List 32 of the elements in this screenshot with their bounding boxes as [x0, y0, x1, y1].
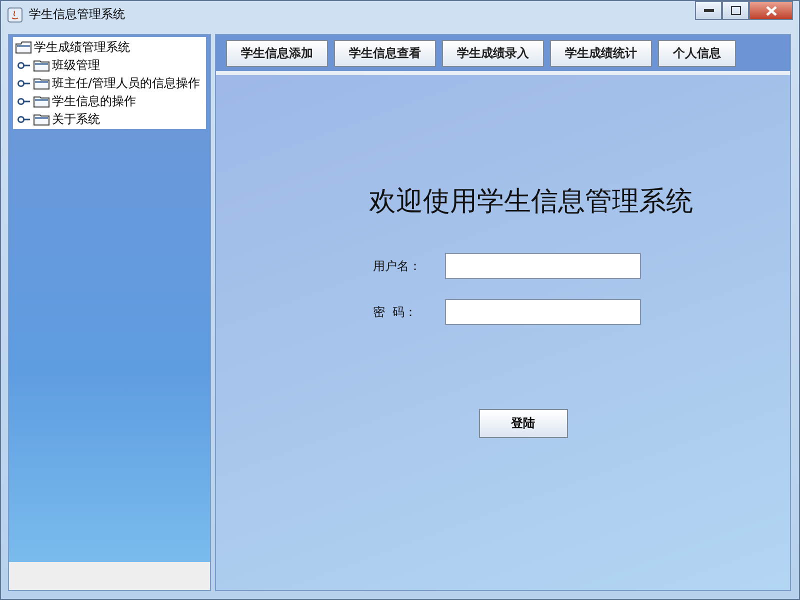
- close-button[interactable]: [749, 1, 793, 20]
- toolbar-button[interactable]: 个人信息: [658, 40, 736, 66]
- username-label: 用户名：: [373, 258, 422, 274]
- tree-item[interactable]: 学生成绩管理系统: [34, 38, 130, 56]
- login-button[interactable]: 登陆: [478, 409, 568, 438]
- maximize-button[interactable]: [722, 1, 749, 20]
- collapsed-handle-icon[interactable]: [17, 114, 31, 124]
- folder-icon: [33, 76, 50, 90]
- username-field[interactable]: [445, 253, 641, 279]
- folder-icon: [33, 112, 50, 126]
- toolbar-button[interactable]: 学生信息添加: [226, 40, 328, 66]
- collapsed-handle-icon[interactable]: [17, 96, 31, 106]
- folder-icon: [33, 94, 50, 108]
- folder-icon: [33, 58, 50, 72]
- collapsed-handle-icon[interactable]: [17, 60, 31, 70]
- tree-item[interactable]: 班级管理: [52, 56, 100, 74]
- password-field[interactable]: [445, 299, 641, 325]
- close-icon: [766, 6, 776, 16]
- password-label: 密 码：: [373, 304, 418, 320]
- window-title: 学生信息管理系统: [29, 6, 126, 23]
- toolbar-button[interactable]: 学生成绩录入: [442, 40, 544, 66]
- minimize-icon: [704, 8, 714, 12]
- toolbar-button[interactable]: 学生成绩统计: [550, 40, 652, 66]
- minimize-button[interactable]: [695, 1, 722, 20]
- maximize-icon: [730, 6, 740, 15]
- tree-item[interactable]: 学生信息的操作: [52, 92, 136, 110]
- collapsed-handle-icon[interactable]: [17, 78, 31, 88]
- toolbar-button[interactable]: 学生信息查看: [334, 40, 436, 66]
- tree-item[interactable]: 班主任/管理人员的信息操作: [52, 74, 200, 92]
- tree-item[interactable]: 关于系统: [52, 110, 100, 128]
- app-icon: [7, 6, 23, 22]
- welcome-heading: 欢迎使用学生信息管理系统: [369, 185, 693, 219]
